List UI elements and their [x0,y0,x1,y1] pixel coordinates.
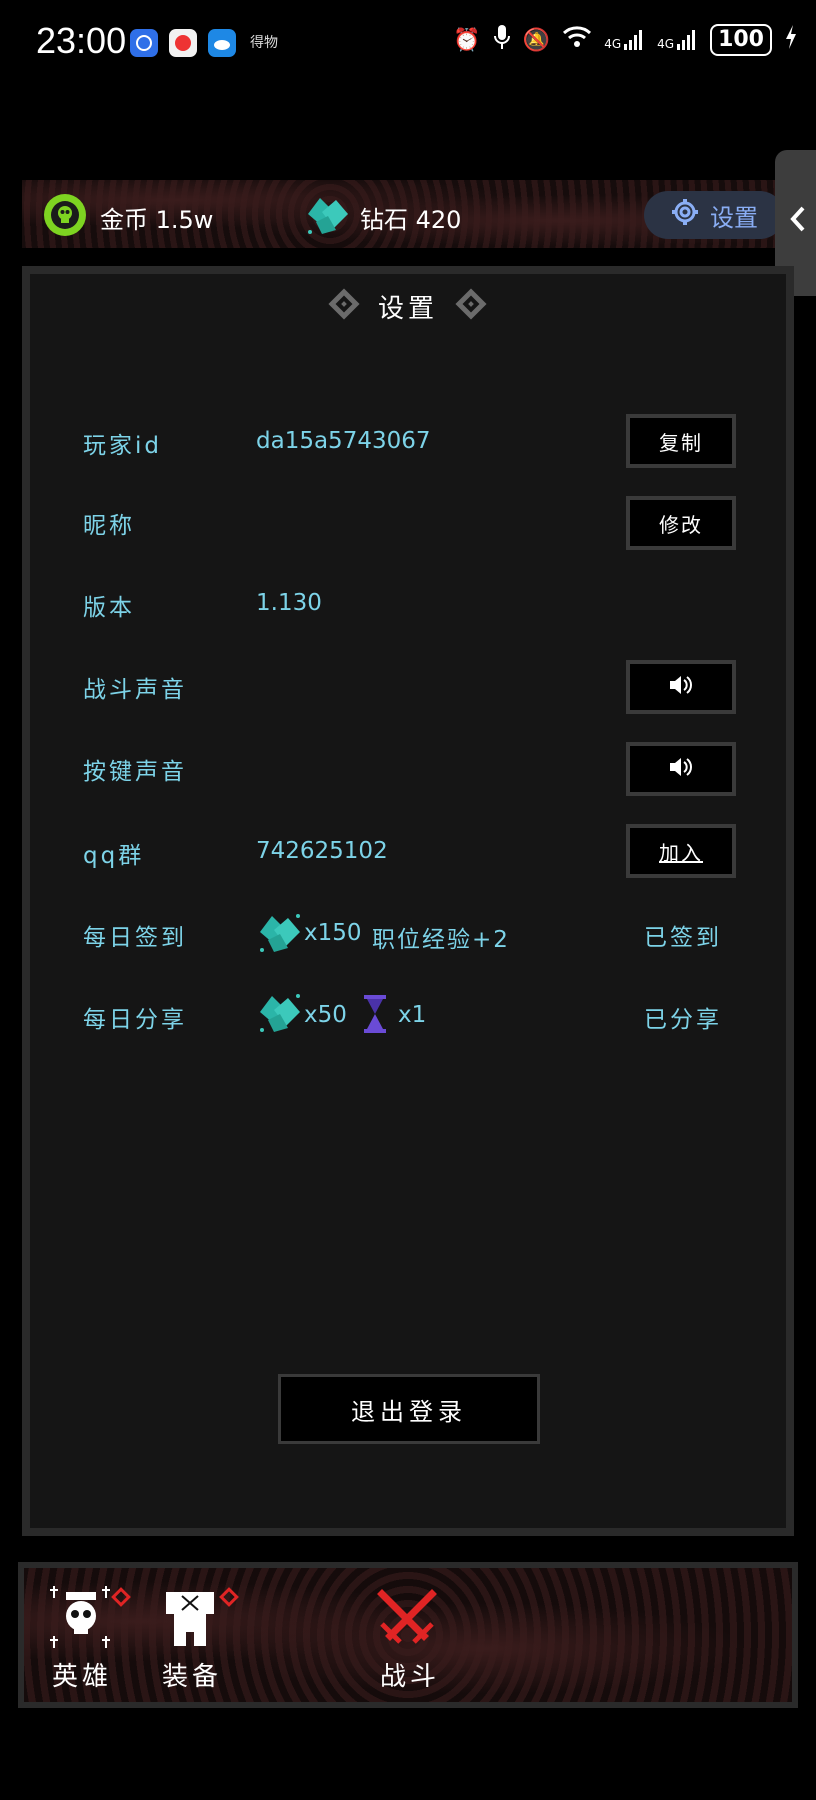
app-icon-blue [130,29,158,57]
wifi-icon [562,25,592,55]
status-icons: ⏰ 🔕 4G 4G 100 [453,24,798,56]
checkin-exp-reward: 职位经验+2 [372,927,510,953]
qq-group-label: qq群 [83,843,145,869]
qq-group-value: 742625102 [256,838,388,864]
key-sound-toggle[interactable] [626,742,736,796]
share-status: 已分享 [644,1007,722,1033]
network-label-2: 4G [657,37,675,51]
battery-indicator: 100 [710,24,772,56]
alarm-icon: ⏰ [453,27,481,53]
crossed-swords-icon[interactable] [374,1586,440,1656]
diamond-icon [302,192,352,242]
weather-icon [208,29,236,57]
speaker-icon [668,756,694,783]
version-value: 1.130 [256,590,322,616]
hourglass-icon [362,994,388,1038]
join-qq-button[interactable]: 加入 [626,824,736,878]
nav-equipment-label[interactable]: 装备 [162,1656,222,1693]
edit-nickname-button[interactable]: 修改 [626,496,736,550]
version-label: 版本 [83,595,135,621]
share-hourglass-reward: x1 [398,1002,427,1028]
checkin-diamond-reward: x150 [304,920,362,946]
copy-button[interactable]: 复制 [626,414,736,468]
key-sound-label: 按键声音 [83,759,187,785]
status-time: 23:00 [36,20,127,61]
battle-sound-label: 战斗声音 [83,677,187,703]
battle-sound-toggle[interactable] [626,660,736,714]
hero-skull-icon[interactable] [48,1584,114,1654]
speaker-icon [668,674,694,701]
charging-icon [784,24,798,56]
diamond-amount: 钻石 420 [360,206,462,234]
armor-icon[interactable] [160,1586,220,1652]
nickname-label: 昵称 [83,513,135,539]
status-small-text: 得物 [250,35,278,51]
gold-coin-icon [42,192,88,242]
settings-button-label: 设置 [710,203,758,232]
mute-bell-icon: 🔕 [522,27,551,53]
share-diamond-reward: x50 [304,1002,347,1028]
signal-icon-1: 4G [604,29,645,51]
mic-icon [493,24,511,56]
nav-battle-label[interactable]: 战斗 [380,1656,440,1693]
logout-button[interactable]: 退出登录 [278,1374,540,1444]
network-label-1: 4G [604,37,622,51]
daily-share-label: 每日分享 [83,1007,187,1033]
app-icon-sf [169,29,197,57]
gear-icon [670,197,700,233]
player-id-value: da15a5743067 [256,428,431,454]
gold-amount: 金币 1.5w [100,206,214,234]
diamond-icon [254,910,304,960]
player-id-label: 玩家id [83,433,162,459]
panel-title: 设置 [377,294,438,324]
daily-checkin-label: 每日签到 [83,925,187,951]
chevron-left-icon [788,204,808,242]
checkin-status: 已签到 [644,925,722,951]
settings-button[interactable]: 设置 [644,191,784,239]
signal-icon-2: 4G [657,29,698,51]
nav-heroes-label[interactable]: 英雄 [52,1656,112,1693]
diamond-icon [254,990,304,1040]
